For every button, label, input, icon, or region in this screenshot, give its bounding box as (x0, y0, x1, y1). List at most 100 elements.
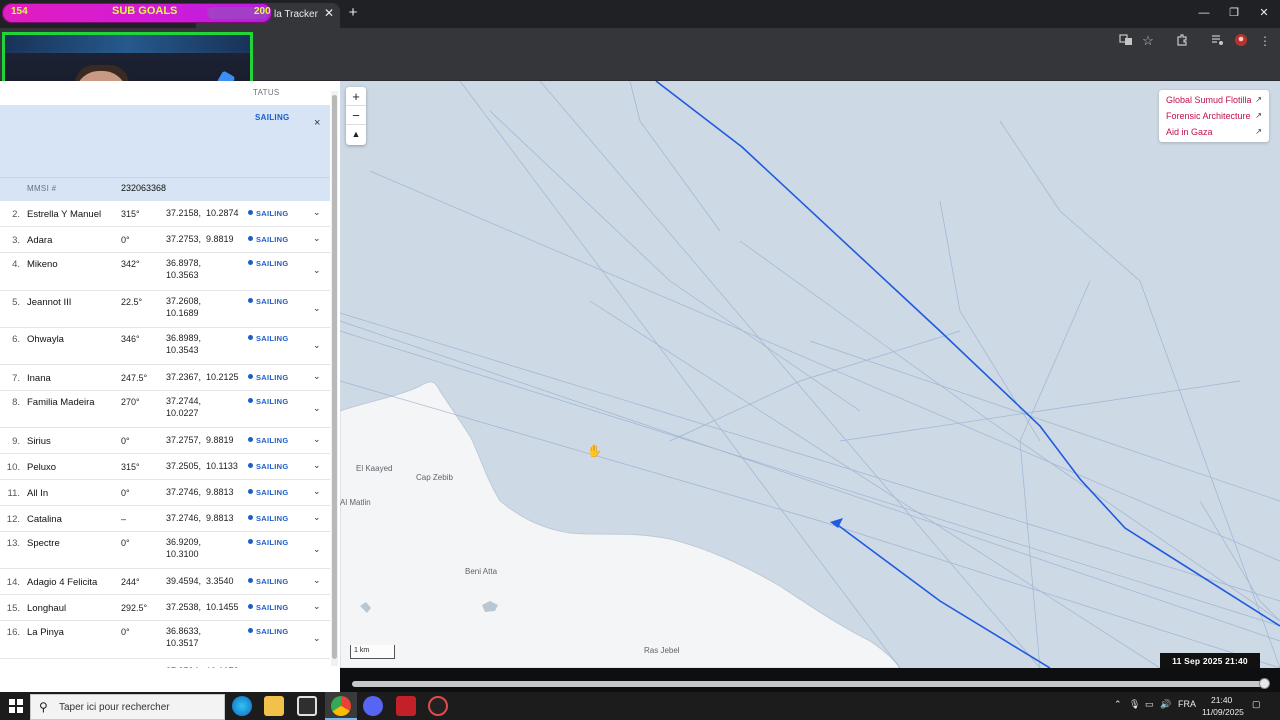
chevron-down-icon[interactable]: ⌄ (313, 601, 321, 612)
chevron-down-icon[interactable]: ⌄ (313, 486, 321, 497)
link-forensic-architecture[interactable]: ↗ Forensic Architecture (1159, 108, 1269, 124)
windows-start-icon[interactable] (9, 699, 23, 718)
store-icon[interactable] (297, 696, 317, 716)
obs-icon[interactable] (428, 696, 448, 716)
notification-icon[interactable]: ▢ (1252, 699, 1261, 710)
vessel-number: 7. (12, 373, 20, 384)
vessel-row[interactable]: 9. Sirius 0° 37.2757, 9.8819 SAILING ⌄ (0, 428, 330, 454)
vessel-name: Estrella Y Manuel (27, 209, 102, 220)
streamer-app-icon[interactable] (396, 696, 416, 716)
sub-goals-title: SUB GOALS (112, 5, 178, 17)
vessel-row[interactable]: 12. Catalina – 37.2746, 9.8813 SAILING ⌄ (0, 506, 330, 532)
microphone-icon[interactable]: 🎙 (1129, 699, 1140, 710)
link-global-sumud-flotilla[interactable]: ↗ Global Sumud Flotilla (1159, 92, 1269, 108)
vessel-name: Familia Madeira (27, 397, 95, 408)
vessel-heading: 244° (121, 577, 140, 587)
vessel-row[interactable]: 6. Ohwayla 346° 36.8989, 10.3543 SAILING ⌄ (0, 328, 330, 365)
vessel-row[interactable]: 10. Peluxo 315° 37.2505, 10.1133 SAILING ⌄ (0, 454, 330, 480)
vessel-number: 3. (12, 235, 20, 246)
place-label: Al Matlin (340, 498, 371, 507)
vessel-row[interactable]: 11. All In 0° 37.2746, 9.8813 SAILING ⌄ (0, 480, 330, 506)
vessel-row[interactable]: 4. Mikeno 342° 36.8978, 10.3563 SAILING ⌄ (0, 253, 330, 291)
chrome-icon[interactable] (331, 696, 351, 716)
vessel-name: Ohwayla (27, 334, 64, 345)
vessel-row[interactable]: 15. Longhaul 292.5° 37.2538, 10.1455 SAILING… (0, 595, 330, 621)
mmsi-value: 232063368 (121, 183, 167, 193)
chevron-down-icon[interactable]: ⌄ (313, 544, 321, 555)
chevron-down-icon[interactable]: ⌄ (313, 207, 321, 218)
chevron-down-icon[interactable]: ⌄ (313, 371, 321, 382)
mmsi-label: MMSI # (27, 184, 57, 193)
link-aid-in-gaza[interactable]: ↗ Aid in Gaza (1159, 124, 1269, 140)
volume-icon[interactable]: 🔊 (1160, 699, 1171, 710)
tray-chevron-icon[interactable]: ⌃ (1114, 699, 1122, 710)
vessel-position: 37.2753, 9.8819 (166, 234, 234, 244)
chevron-down-icon[interactable]: ⌄ (313, 633, 321, 644)
edge-icon[interactable] (232, 696, 252, 716)
timeline-slider[interactable] (352, 681, 1268, 687)
profile-avatar[interactable] (1233, 33, 1249, 49)
sub-goals-target: 200 (254, 6, 271, 17)
chevron-down-icon[interactable]: ⌄ (313, 460, 321, 471)
vessel-name: Catalina (27, 514, 62, 525)
vessel-row[interactable]: 13. Spectre 0° 36.9209, 10.3100 SAILING ⌄ (0, 532, 330, 569)
collapse-icon[interactable]: × (314, 117, 320, 129)
restore-button[interactable]: ❐ (1224, 4, 1244, 22)
timeline-bar (340, 668, 1280, 692)
vessel-row[interactable]: 3. Adara 0° 37.2753, 9.8819 SAILING ⌄ (0, 227, 330, 253)
zoom-out-button[interactable]: − (346, 106, 366, 125)
vessel-status-badge: SAILING (248, 373, 289, 382)
translate-icon[interactable] (1118, 33, 1134, 49)
vessel-position: 37.2505, 10.1133 (166, 461, 238, 471)
vessel-number: 11. (7, 488, 20, 499)
reset-north-icon[interactable]: ▲ (346, 125, 366, 144)
language-indicator[interactable]: FRA (1178, 699, 1196, 709)
extensions-icon[interactable] (1174, 33, 1190, 49)
clock-date[interactable]: 11/09/2025 (1202, 707, 1244, 717)
vessel-row[interactable]: 2. Estrella Y Manuel 315° 37.2158, 10.2874 S… (0, 201, 330, 227)
chevron-down-icon[interactable]: ⌄ (313, 265, 321, 276)
chevron-down-icon[interactable]: ⌄ (313, 512, 321, 523)
vessel-row[interactable]: 8. Familia Madeira 270° 37.2744, 10.0227 SAI… (0, 391, 330, 428)
network-icon[interactable]: ▭ (1145, 699, 1154, 710)
vessel-row[interactable]: 5. Jeannot III 22.5° 37.2608, 10.1689 SAILIN… (0, 291, 330, 328)
vessel-heading: 0° (121, 627, 130, 637)
vessel-heading: 292.5° (121, 603, 148, 613)
place-label: Beni Atta (465, 567, 498, 576)
list-scrollbar-thumb[interactable] (332, 95, 337, 659)
chevron-down-icon[interactable]: ⌄ (313, 575, 321, 586)
chevron-down-icon[interactable]: ⌄ (313, 340, 321, 351)
vessel-position: 37.2538, 10.1455 (166, 602, 239, 612)
vessel-number: 13. (6, 538, 20, 549)
vessel-row[interactable]: 17.Yulara315°37.2594, 10.1078SAILING⌄ (0, 659, 330, 668)
taskbar-search[interactable]: ⚲ Taper ici pour rechercher (30, 694, 225, 720)
menu-kebab-icon[interactable]: ⋮ (1257, 33, 1273, 49)
media-control-icon[interactable] (1209, 33, 1225, 49)
timeline-slider-handle[interactable] (1259, 678, 1270, 689)
zoom-in-button[interactable]: + (346, 87, 366, 106)
new-tab-button[interactable]: + (344, 4, 362, 22)
vessel-row[interactable]: 14. Adagio 4 Felicita 244° 39.4594, 3.3540 S… (0, 569, 330, 595)
map-drawing (340, 81, 1280, 668)
vessel-row[interactable]: 16. La Pinya 0° 36.8633, 10.3517 SAILING ⌄ (0, 621, 330, 659)
discord-icon[interactable] (363, 696, 383, 716)
vessel-name: Jeannot III (27, 297, 72, 308)
map-canvas[interactable] (340, 81, 1280, 668)
vessel-name: Longhaul (27, 603, 67, 614)
tab-close-icon[interactable]: ✕ (322, 5, 336, 21)
chevron-down-icon[interactable]: ⌄ (313, 303, 321, 314)
clock-time[interactable]: 21:40 (1211, 695, 1232, 705)
minimize-button[interactable]: — (1194, 4, 1214, 22)
vessel-name: Inana (27, 373, 51, 384)
vessel-number: 16. (6, 627, 20, 638)
chevron-down-icon[interactable]: ⌄ (313, 233, 321, 244)
chevron-down-icon[interactable]: ⌄ (313, 403, 321, 414)
coastline-land (340, 381, 901, 668)
close-window-button[interactable]: ✕ (1254, 4, 1274, 22)
chevron-down-icon[interactable]: ⌄ (313, 434, 321, 445)
file-explorer-icon[interactable] (264, 696, 284, 716)
bookmark-star-icon[interactable]: ☆ (1140, 33, 1156, 49)
place-label: El Kaayed (356, 464, 393, 473)
vessel-position: 37.2158, 10.2874 (166, 208, 239, 218)
vessel-row[interactable]: 7. Inana 247.5° 37.2367, 10.2125 SAILING ⌄ (0, 365, 330, 391)
